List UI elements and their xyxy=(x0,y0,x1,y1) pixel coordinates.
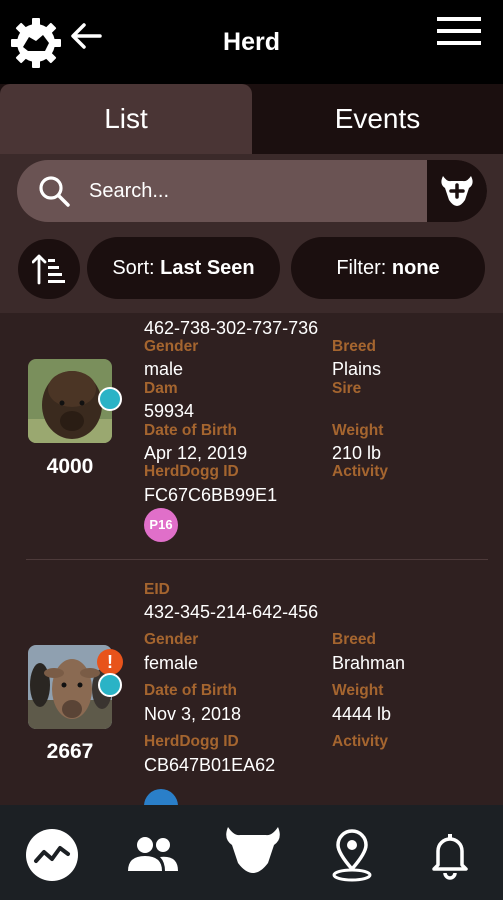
sort-order-button[interactable] xyxy=(18,239,80,299)
weight-value: 210 lb xyxy=(332,443,382,463)
breed-value: Plains xyxy=(332,359,382,379)
search-bar xyxy=(17,160,487,222)
animal-card[interactable]: EID 432-345-214-642-456 Gender Breed fem… xyxy=(0,560,503,805)
activity-label: Activity xyxy=(332,463,388,480)
eid-value: 432-345-214-642-456 xyxy=(144,602,319,622)
sort-ascending-icon xyxy=(32,254,65,285)
herddogg-id-label: HerdDogg ID xyxy=(144,733,239,750)
weight-label: Weight xyxy=(332,682,384,699)
search-icon xyxy=(39,176,70,207)
add-animal-button[interactable] xyxy=(427,160,487,222)
hamburger-menu-icon[interactable] xyxy=(437,15,481,47)
dam-value: 59934 xyxy=(144,401,195,421)
breed-label: Breed xyxy=(332,631,376,648)
tag-badge xyxy=(144,789,178,805)
tab-list[interactable]: List xyxy=(0,84,252,154)
sort-value: Last Seen xyxy=(160,256,255,279)
top-bar: Herd xyxy=(0,0,503,84)
gender-label: Gender xyxy=(144,338,199,355)
sire-label: Sire xyxy=(332,380,362,397)
status-indicator xyxy=(98,673,122,697)
animal-card[interactable]: 462-738-302-737-736 Gender Breed male Pl… xyxy=(0,313,503,559)
tag-number: 2667 xyxy=(46,740,94,763)
gender-value: female xyxy=(144,653,199,673)
add-bison-icon xyxy=(441,176,473,206)
dob-value: Nov 3, 2018 xyxy=(144,704,242,724)
weight-value: 4444 lb xyxy=(332,704,392,724)
herddogg-id-value: FC67C6BB99E1 xyxy=(144,485,278,505)
eid-value: 462-738-302-737-736 xyxy=(144,318,319,338)
animal-list[interactable]: 462-738-302-737-736 Gender Breed male Pl… xyxy=(0,313,503,805)
bottom-nav xyxy=(0,805,503,900)
gender-value: male xyxy=(144,359,184,379)
weight-label: Weight xyxy=(332,422,384,439)
page-title: Herd xyxy=(223,28,280,56)
dob-label: Date of Birth xyxy=(144,682,237,699)
filter-value: none xyxy=(391,256,440,279)
breed-value: Brahman xyxy=(332,653,406,673)
bell-icon[interactable] xyxy=(420,825,480,885)
sort-selector[interactable]: Sort: Last Seen xyxy=(87,237,280,299)
tag-badge: P16 xyxy=(144,508,178,542)
people-icon[interactable] xyxy=(122,825,182,885)
eid-label: EID xyxy=(144,581,170,598)
activity-chart-icon[interactable] xyxy=(22,825,82,885)
search-input[interactable] xyxy=(89,172,419,210)
tab-events[interactable]: Events xyxy=(252,84,503,154)
location-pin-icon[interactable] xyxy=(322,825,382,885)
dob-label: Date of Birth xyxy=(144,422,237,439)
filter-prefix: Filter: xyxy=(336,256,387,279)
gender-label: Gender xyxy=(144,631,199,648)
breed-label: Breed xyxy=(332,338,376,355)
herddogg-id-label: HerdDogg ID xyxy=(144,463,239,480)
dam-label: Dam xyxy=(144,380,178,397)
filter-selector[interactable]: Filter: none xyxy=(291,237,485,299)
alert-icon: ! xyxy=(97,649,123,675)
herddogg-id-value: CB647B01EA62 xyxy=(144,755,276,775)
tag-number: 4000 xyxy=(46,455,94,478)
sort-prefix: Sort: xyxy=(112,256,155,279)
tab-bar: List Events xyxy=(0,84,503,154)
activity-label: Activity xyxy=(332,733,388,750)
dob-value: Apr 12, 2019 xyxy=(144,443,248,463)
bison-icon[interactable] xyxy=(222,821,284,883)
status-indicator xyxy=(98,387,122,411)
